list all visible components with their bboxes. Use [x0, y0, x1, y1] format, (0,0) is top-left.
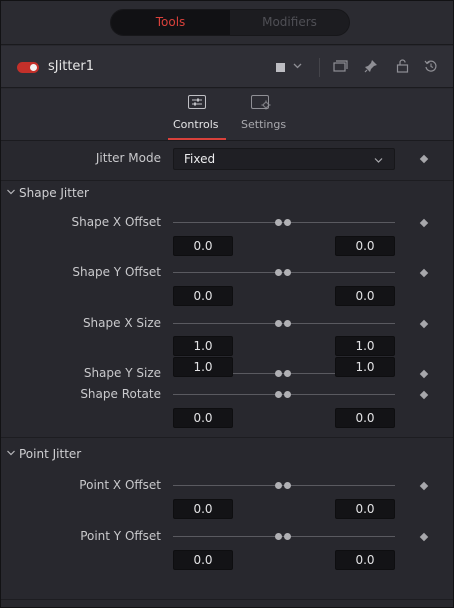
keyframe-diamond-icon[interactable]	[419, 369, 429, 379]
collapse-caret-icon[interactable]	[6, 187, 16, 200]
high-value-input[interactable]: 1.0	[335, 336, 395, 356]
slider-thumb-high[interactable]	[284, 482, 291, 489]
section-divider	[1, 180, 453, 181]
slider-thumb-high[interactable]	[284, 533, 291, 540]
keyframe-diamond-icon[interactable]	[419, 390, 429, 400]
jitter-mode-label: Jitter Mode	[95, 151, 161, 165]
slider-thumb-high[interactable]	[284, 370, 291, 377]
section-title-shape-jitter[interactable]: Shape Jitter	[19, 186, 89, 200]
top-tab-bar: Tools Modifiers	[1, 1, 453, 45]
control-label: Point Y Offset	[80, 529, 161, 543]
lock-icon[interactable]	[396, 59, 409, 77]
slider-thumb-low[interactable]	[275, 482, 282, 489]
node-name: sJitter1	[48, 59, 95, 74]
tab-tools[interactable]: Tools	[111, 10, 230, 35]
jitter-mode-value: Fixed	[184, 152, 216, 166]
control-label: Shape X Offset	[71, 215, 161, 229]
control-label: Shape Y Offset	[72, 265, 161, 279]
control-label: Point X Offset	[79, 478, 161, 492]
high-value-input[interactable]: 1.0	[335, 357, 395, 377]
keyframe-diamond-icon[interactable]	[419, 481, 429, 491]
reset-icon[interactable]	[424, 59, 438, 77]
color-square-icon[interactable]	[276, 63, 285, 72]
tab-settings[interactable]: Settings	[241, 118, 286, 131]
slider-thumb-low[interactable]	[275, 219, 282, 226]
keyframe-diamond-icon[interactable]	[419, 268, 429, 278]
slider-thumb-low[interactable]	[275, 533, 282, 540]
chevron-down-icon	[373, 151, 384, 169]
low-value-input[interactable]: 0.0	[173, 286, 233, 306]
low-value-input[interactable]: 0.0	[173, 408, 233, 428]
settings-icon[interactable]	[251, 95, 271, 110]
slider-thumb-low[interactable]	[275, 370, 282, 377]
keyframe-diamond-icon[interactable]	[419, 218, 429, 228]
keyframe-diamond-icon[interactable]	[419, 154, 429, 164]
low-value-input[interactable]: 1.0	[173, 336, 233, 356]
keyframe-diamond-icon[interactable]	[419, 319, 429, 329]
slider-thumb-high[interactable]	[284, 320, 291, 327]
pin-icon[interactable]	[364, 59, 378, 77]
version-icon[interactable]	[333, 59, 348, 77]
slider-thumb-high[interactable]	[284, 391, 291, 398]
control-label: Shape Rotate	[80, 387, 161, 401]
control-label: Shape Y Size	[83, 366, 161, 380]
tab-controls[interactable]: Controls	[173, 118, 219, 131]
low-value-input[interactable]: 0.0	[173, 550, 233, 570]
slider-thumb-low[interactable]	[275, 269, 282, 276]
high-value-input[interactable]: 0.0	[335, 499, 395, 519]
active-tab-indicator	[168, 138, 226, 140]
slider-thumb-high[interactable]	[284, 219, 291, 226]
low-value-input[interactable]: 0.0	[173, 236, 233, 256]
jitter-mode-dropdown[interactable]: Fixed	[173, 148, 395, 170]
high-value-input[interactable]: 0.0	[335, 286, 395, 306]
controls-icon[interactable]	[188, 95, 206, 109]
high-value-input[interactable]: 0.0	[335, 550, 395, 570]
low-value-input[interactable]: 1.0	[173, 357, 233, 377]
node-header: sJitter1	[1, 46, 453, 88]
section-title-point-jitter[interactable]: Point Jitter	[19, 447, 81, 461]
high-value-input[interactable]: 0.0	[335, 236, 395, 256]
header-divider	[319, 58, 320, 77]
tab-modifiers[interactable]: Modifiers	[230, 10, 349, 35]
tab-switcher: Tools Modifiers	[110, 9, 350, 36]
section-divider	[1, 437, 453, 438]
control-label: Shape X Size	[82, 316, 161, 330]
slider-thumb-low[interactable]	[275, 391, 282, 398]
keyframe-diamond-icon[interactable]	[419, 532, 429, 542]
inspector-panel: Tools Modifiers sJitter1 Controls Settin…	[0, 0, 454, 608]
panel-bottom-divider	[1, 599, 453, 600]
inspector-tabs: Controls Settings	[1, 89, 453, 141]
slider-thumb-high[interactable]	[284, 269, 291, 276]
chevron-down-icon[interactable]	[292, 60, 303, 75]
high-value-input[interactable]: 0.0	[335, 408, 395, 428]
slider-thumb-low[interactable]	[275, 320, 282, 327]
collapse-caret-icon[interactable]	[6, 448, 16, 461]
node-enable-toggle[interactable]	[17, 62, 39, 73]
low-value-input[interactable]: 0.0	[173, 499, 233, 519]
